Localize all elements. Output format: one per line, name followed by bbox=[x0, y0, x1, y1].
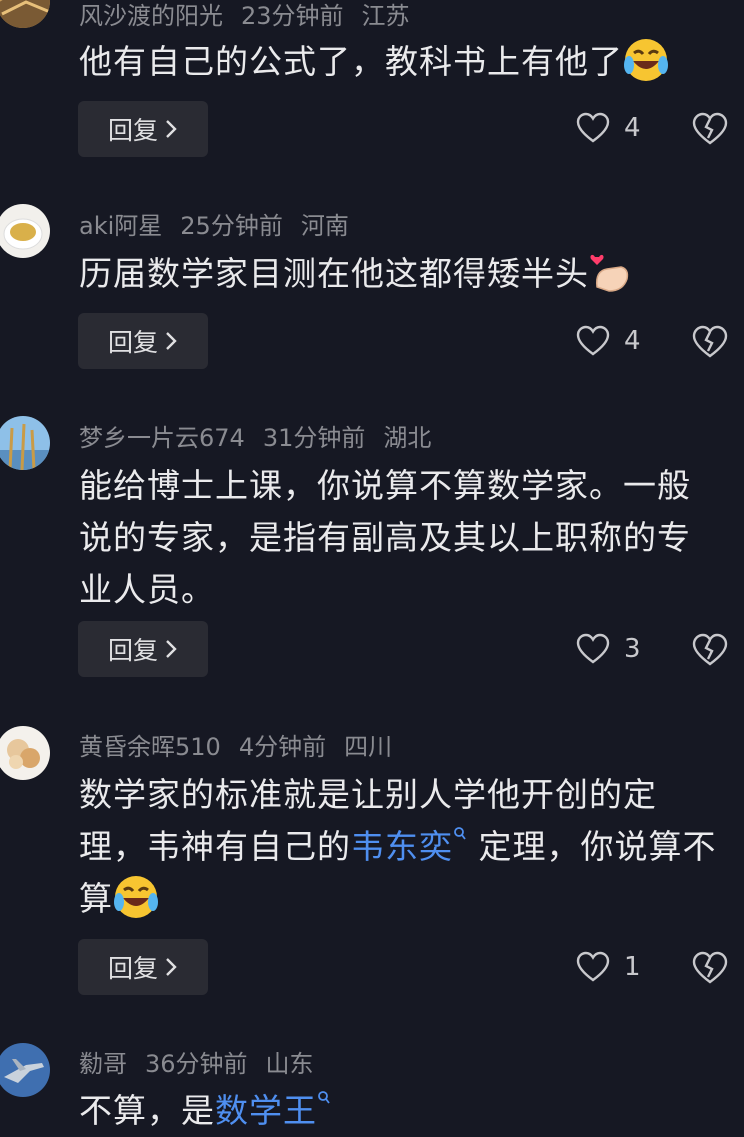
broken-heart-icon bbox=[692, 633, 728, 666]
heart-icon bbox=[576, 325, 610, 356]
timestamp: 4分钟前 bbox=[238, 733, 327, 761]
avatar[interactable] bbox=[0, 726, 50, 780]
comment-body: 不算，是 bbox=[79, 1091, 215, 1130]
username[interactable]: 黄昏余晖510 bbox=[79, 733, 221, 761]
avatar[interactable] bbox=[0, 204, 50, 258]
comment-meta: 勬哥 36分钟前 山东 bbox=[79, 1044, 332, 1079]
username[interactable]: 梦乡一片云674 bbox=[79, 424, 245, 452]
heart-icon bbox=[576, 633, 610, 664]
comment-meta: 黄昏余晖510 4分钟前 四川 bbox=[79, 727, 410, 762]
reply-button[interactable]: 回复 bbox=[78, 101, 208, 157]
like-count: 3 bbox=[624, 634, 641, 664]
dislike-button[interactable] bbox=[692, 112, 728, 150]
laughing-crying-emoji-icon bbox=[624, 39, 668, 81]
comment-meta: 梦乡一片云674 31分钟前 湖北 bbox=[79, 418, 449, 453]
comment-body: 他有自己的公式了，教科书上有他了 bbox=[79, 42, 623, 81]
like-button[interactable]: 1 bbox=[576, 951, 641, 983]
comment-text: 能给博士上课，你说算不算数学家。一般说的专家，是指有副高及其以上职称的专业人员。 bbox=[79, 460, 719, 616]
topic-link-label: 数学王 bbox=[215, 1091, 317, 1130]
finger-heart-emoji-icon bbox=[590, 254, 629, 292]
timestamp: 31分钟前 bbox=[262, 424, 366, 452]
location: 山东 bbox=[265, 1050, 314, 1078]
broken-heart-icon bbox=[692, 112, 728, 145]
dislike-button[interactable] bbox=[692, 951, 728, 989]
broken-heart-icon bbox=[692, 325, 728, 358]
reply-button[interactable]: 回复 bbox=[78, 621, 208, 677]
comment-body: 历届数学家目测在他这都得矮半头 bbox=[79, 254, 589, 293]
comment-text: 不算，是数学王 bbox=[79, 1085, 719, 1137]
reply-label: 回复 bbox=[107, 328, 158, 357]
topic-link-label: 韦东奕 bbox=[351, 827, 453, 866]
heart-icon bbox=[576, 112, 610, 143]
comment-meta: aki阿星 25分钟前 河南 bbox=[79, 206, 367, 241]
username[interactable]: 勬哥 bbox=[79, 1050, 127, 1078]
like-button[interactable]: 4 bbox=[576, 325, 641, 357]
heart-icon bbox=[576, 951, 610, 982]
reply-button[interactable]: 回复 bbox=[78, 939, 208, 995]
topic-link[interactable]: 数学王 bbox=[215, 1091, 331, 1130]
reply-label: 回复 bbox=[107, 636, 158, 665]
search-icon bbox=[318, 1091, 330, 1104]
dislike-button[interactable] bbox=[692, 325, 728, 363]
avatar[interactable] bbox=[0, 0, 50, 28]
avatar[interactable] bbox=[0, 416, 50, 470]
chevron-right-icon bbox=[166, 958, 177, 976]
location: 湖北 bbox=[383, 424, 432, 452]
like-button[interactable]: 4 bbox=[576, 112, 641, 144]
like-button[interactable]: 3 bbox=[576, 633, 641, 665]
chevron-right-icon bbox=[166, 120, 177, 138]
comment-text: 他有自己的公式了，教科书上有他了 bbox=[79, 36, 719, 88]
comment-text: 数学家的标准就是让别人学他开创的定理，韦神有自己的韦东奕 定理，你说算不算 bbox=[79, 769, 719, 925]
comment-body: 能给博士上课，你说算不算数学家。一般说的专家，是指有副高及其以上职称的专业人员。 bbox=[79, 466, 691, 609]
like-count: 1 bbox=[624, 952, 641, 982]
avatar[interactable] bbox=[0, 1043, 50, 1097]
comment-meta: 风沙渡的阳光 23分钟前 江苏 bbox=[79, 0, 428, 31]
chevron-right-icon bbox=[166, 640, 177, 658]
timestamp: 25分钟前 bbox=[180, 212, 283, 240]
timestamp: 36分钟前 bbox=[145, 1050, 248, 1078]
location: 四川 bbox=[344, 733, 393, 761]
like-count: 4 bbox=[624, 326, 641, 356]
reply-button[interactable]: 回复 bbox=[78, 313, 208, 369]
topic-link[interactable]: 韦东奕 bbox=[351, 827, 467, 866]
username[interactable]: 风沙渡的阳光 bbox=[79, 2, 223, 30]
username[interactable]: aki阿星 bbox=[79, 212, 162, 240]
laughing-crying-emoji-icon bbox=[114, 876, 158, 918]
location: 江苏 bbox=[361, 2, 410, 30]
comment-text: 历届数学家目测在他这都得矮半头 bbox=[79, 248, 719, 300]
reply-label: 回复 bbox=[107, 116, 158, 145]
location: 河南 bbox=[300, 212, 349, 240]
like-count: 4 bbox=[624, 113, 641, 143]
timestamp: 23分钟前 bbox=[241, 2, 344, 30]
reply-label: 回复 bbox=[107, 954, 158, 983]
broken-heart-icon bbox=[692, 951, 728, 984]
search-icon bbox=[454, 827, 466, 840]
dislike-button[interactable] bbox=[692, 633, 728, 671]
chevron-right-icon bbox=[166, 332, 177, 350]
